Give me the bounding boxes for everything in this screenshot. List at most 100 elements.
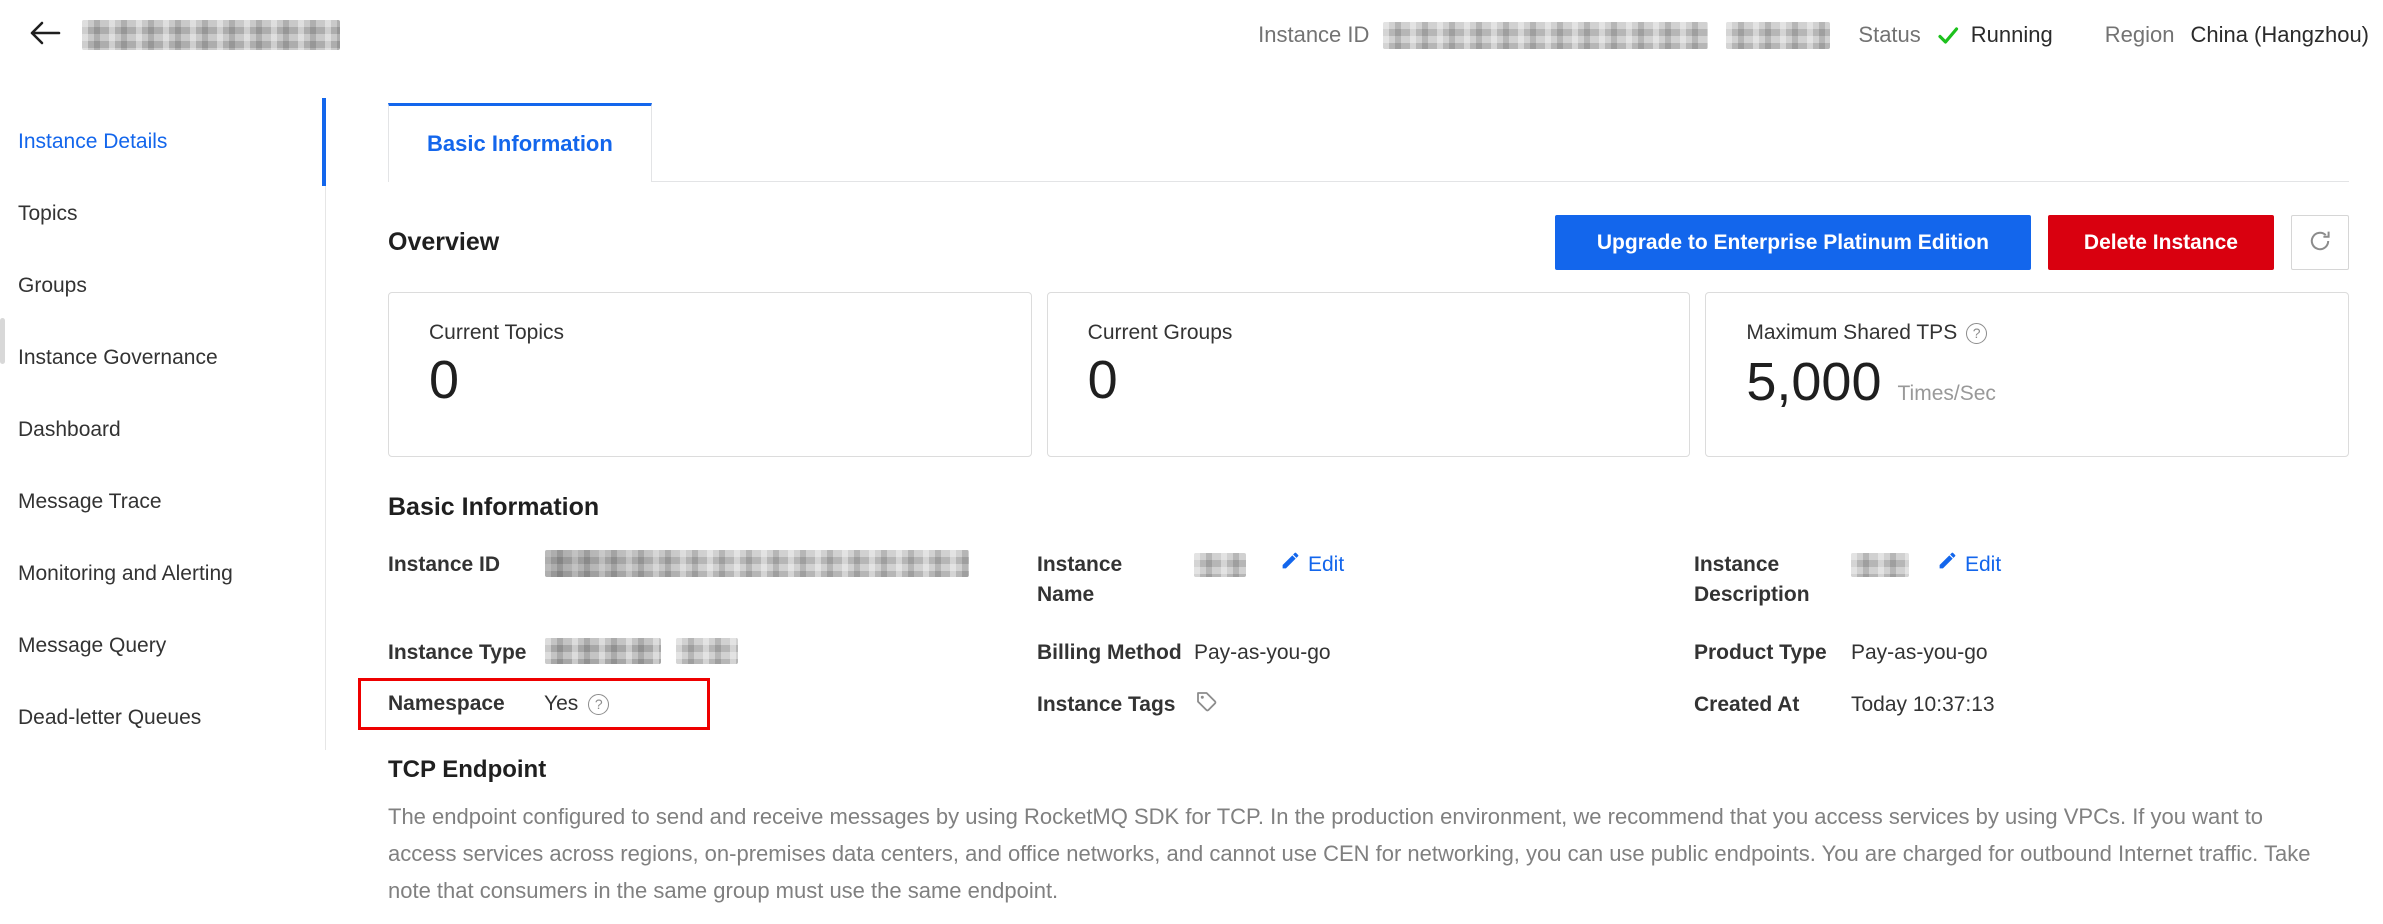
- status-label: Status: [1858, 22, 1920, 48]
- field-label: Instance Tags: [1037, 690, 1194, 720]
- tps-unit: Times/Sec: [1897, 382, 1995, 406]
- redacted-instance-id-suffix: [1726, 22, 1830, 49]
- current-groups-card: Current Groups 0: [1047, 292, 1691, 457]
- basic-information-fields: Instance ID Instance Type: [388, 550, 2349, 742]
- sidebar-item-dead-letter-queues[interactable]: Dead-letter Queues: [0, 682, 326, 754]
- field-instance-name: Instance Name Edit: [1037, 550, 1694, 638]
- sidebar-item-topics[interactable]: Topics: [0, 178, 326, 250]
- tcp-endpoint-section: TCP Endpoint The endpoint configured to …: [388, 756, 2349, 909]
- delete-instance-button[interactable]: Delete Instance: [2048, 215, 2274, 270]
- field-billing-method: Billing Method Pay-as-you-go: [1037, 638, 1694, 690]
- main-content: Basic Information Overview Upgrade to En…: [326, 70, 2383, 924]
- tcp-endpoint-title: TCP Endpoint: [388, 756, 2349, 784]
- region-label: Region: [2105, 22, 2175, 48]
- upgrade-button[interactable]: Upgrade to Enterprise Platinum Edition: [1555, 215, 2031, 270]
- field-label: Instance ID: [388, 550, 545, 580]
- card-label: Current Groups: [1088, 321, 1690, 345]
- card-label: Maximum Shared TPS ?: [1746, 321, 2348, 345]
- sidebar-item-label: Instance Governance: [18, 346, 218, 370]
- edit-instance-description-link[interactable]: Edit: [1937, 550, 2001, 580]
- active-indicator: [322, 98, 326, 186]
- field-label: Instance Description: [1694, 550, 1814, 610]
- field-label: Instance Type: [388, 638, 545, 668]
- sidebar-item-message-query[interactable]: Message Query: [0, 610, 326, 682]
- sidebar-item-message-trace[interactable]: Message Trace: [0, 466, 326, 538]
- sidebar-item-monitoring-and-alerting[interactable]: Monitoring and Alerting: [0, 538, 326, 610]
- tab-bar: Basic Information: [388, 103, 2349, 182]
- redacted-value: [676, 638, 738, 664]
- current-groups-value: 0: [1088, 347, 1690, 415]
- refresh-button[interactable]: [2291, 215, 2349, 270]
- fields-column-3: Instance Description Edit: [1694, 550, 2349, 742]
- sidebar-item-dashboard[interactable]: Dashboard: [0, 394, 326, 466]
- redacted-value: [545, 550, 969, 577]
- card-label: Current Topics: [429, 321, 1031, 345]
- sidebar-item-groups[interactable]: Groups: [0, 250, 326, 322]
- tab-bar-filler: [652, 103, 2349, 182]
- field-instance-description: Instance Description Edit: [1694, 550, 2349, 638]
- tab-basic-information[interactable]: Basic Information: [388, 103, 652, 182]
- tab-label: Basic Information: [427, 131, 613, 157]
- status-value: Running: [1971, 22, 2053, 48]
- back-arrow-icon: [28, 19, 62, 52]
- current-topics-card: Current Topics 0: [388, 292, 1032, 457]
- field-label: Product Type: [1694, 638, 1851, 668]
- edit-instance-name-link[interactable]: Edit: [1280, 550, 1344, 580]
- field-namespace: Namespace Yes ?: [388, 678, 1037, 730]
- sidebar-item-label: Instance Details: [18, 130, 167, 154]
- field-label: Billing Method: [1037, 638, 1194, 668]
- help-icon[interactable]: ?: [1966, 323, 1987, 344]
- tps-value: 5,000: [1746, 349, 1881, 417]
- overview-title: Overview: [388, 228, 499, 257]
- basic-information-section: Basic Information Instance ID Instance T…: [388, 493, 2349, 742]
- sidebar-item-label: Monitoring and Alerting: [18, 562, 233, 586]
- sidebar-item-label: Dead-letter Queues: [18, 706, 201, 730]
- pencil-icon: [1937, 550, 1958, 580]
- field-created-at: Created At Today 10:37:13: [1694, 690, 2349, 742]
- overview-header-row: Overview Upgrade to Enterprise Platinum …: [388, 215, 2349, 270]
- field-label: Instance Name: [1037, 550, 1157, 610]
- help-icon[interactable]: ?: [588, 694, 609, 715]
- namespace-annotation-box: Namespace Yes ?: [358, 678, 710, 730]
- sidebar-item-label: Message Query: [18, 634, 166, 658]
- current-topics-value: 0: [429, 347, 1031, 415]
- basic-information-title: Basic Information: [388, 493, 2349, 522]
- overview-actions: Upgrade to Enterprise Platinum Edition D…: [1555, 215, 2349, 270]
- tcp-endpoint-description: The endpoint configured to send and rece…: [388, 798, 2314, 909]
- edit-label: Edit: [1965, 550, 2001, 580]
- billing-method-value: Pay-as-you-go: [1194, 638, 1694, 668]
- redacted-value: [1194, 553, 1246, 577]
- edit-label: Edit: [1308, 550, 1344, 580]
- field-instance-id: Instance ID: [388, 550, 1037, 638]
- refresh-icon: [2308, 229, 2332, 256]
- sidebar-item-label: Dashboard: [18, 418, 121, 442]
- maximum-shared-tps-card: Maximum Shared TPS ? 5,000 Times/Sec: [1705, 292, 2349, 457]
- card-label-text: Maximum Shared TPS: [1746, 321, 1957, 345]
- sidebar-item-instance-governance[interactable]: Instance Governance: [0, 322, 326, 394]
- fields-column-1: Instance ID Instance Type: [388, 550, 1037, 742]
- tps-value-row: 5,000 Times/Sec: [1746, 347, 2348, 417]
- field-label: Namespace: [388, 689, 544, 719]
- redacted-instance-title: [82, 20, 340, 50]
- status-running-icon: [1935, 22, 1961, 48]
- field-product-type: Product Type Pay-as-you-go: [1694, 638, 2349, 690]
- fields-column-2: Instance Name Edit: [1037, 550, 1694, 742]
- redacted-value: [1851, 553, 1909, 577]
- sidebar-item-instance-details[interactable]: Instance Details: [0, 106, 326, 178]
- back-button[interactable]: [22, 12, 68, 58]
- page-header: Instance ID Status Running Region China …: [0, 0, 2383, 70]
- sidebar-item-label: Topics: [18, 202, 78, 226]
- product-type-value: Pay-as-you-go: [1851, 638, 2349, 668]
- sidebar-item-label: Message Trace: [18, 490, 162, 514]
- namespace-value: Yes: [544, 689, 578, 719]
- pencil-icon: [1280, 550, 1301, 580]
- page-body: Instance Details Topics Groups Instance …: [0, 70, 2383, 924]
- overview-cards: Current Topics 0 Current Groups 0 Maximu…: [388, 292, 2349, 457]
- instance-id-label: Instance ID: [1258, 22, 1369, 48]
- redacted-instance-id: [1383, 22, 1708, 49]
- field-instance-tags: Instance Tags: [1037, 690, 1694, 742]
- sidebar: Instance Details Topics Groups Instance …: [0, 70, 326, 924]
- tag-icon[interactable]: [1194, 690, 1218, 714]
- created-at-value: Today 10:37:13: [1851, 690, 2349, 720]
- header-meta: Instance ID Status Running Region China …: [1258, 22, 2369, 49]
